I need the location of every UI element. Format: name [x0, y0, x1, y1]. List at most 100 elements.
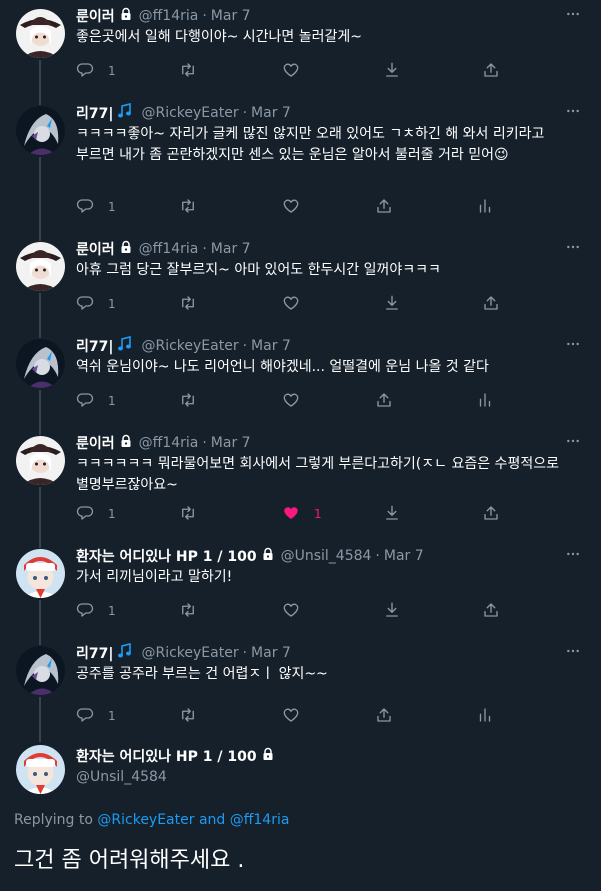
retweet-button[interactable] [179, 293, 197, 315]
download-button[interactable] [383, 293, 401, 315]
tweet[interactable]: 리77| @RickeyEater · Mar 7 역쉬 운님이야~ 나도 리어언니 해… [0, 330, 601, 427]
heart-icon [282, 391, 300, 412]
analytics-icon [476, 197, 494, 218]
more-icon[interactable] [563, 101, 583, 121]
retweet-button[interactable] [179, 196, 197, 218]
like-button[interactable]: 1 [282, 503, 322, 525]
more-icon[interactable] [563, 641, 583, 661]
like-button[interactable] [282, 196, 300, 218]
display-name[interactable]: 리77| [76, 336, 113, 356]
avatar[interactable] [16, 745, 65, 794]
handle[interactable]: @ff14ria [139, 241, 199, 257]
heart-icon [282, 294, 300, 315]
download-button[interactable] [383, 60, 401, 82]
more-icon[interactable] [563, 431, 583, 451]
avatar[interactable] [16, 9, 65, 58]
share-button[interactable] [482, 503, 500, 525]
handle[interactable]: @Unsil_4584 [76, 769, 167, 785]
display-name[interactable]: 리77| [76, 103, 113, 123]
handle[interactable]: @RickeyEater [141, 338, 238, 354]
timestamp[interactable]: Mar 7 [211, 8, 251, 24]
handle[interactable]: @RickeyEater [141, 105, 238, 121]
avatar[interactable] [16, 436, 65, 485]
reply-button[interactable]: 1 [76, 503, 116, 525]
more-icon[interactable] [563, 237, 583, 257]
avatar[interactable] [16, 646, 65, 695]
display-name[interactable]: 리77| [76, 643, 113, 663]
share-button[interactable] [482, 293, 500, 315]
thread-line [39, 487, 41, 540]
like-button[interactable] [282, 600, 300, 622]
lock-icon [119, 434, 133, 452]
timestamp[interactable]: Mar 7 [384, 548, 424, 564]
more-icon[interactable] [563, 4, 583, 24]
tweet[interactable]: 룬이러 @ff14ria · Mar 7 아휴 그럼 당근 잘부르지~ 아마 있어도 한… [0, 233, 601, 330]
retweet-button[interactable] [179, 705, 197, 727]
like-button[interactable] [282, 293, 300, 315]
tweet[interactable]: 리77| @RickeyEater · Mar 7 ㅋㅋㅋㅋ좋아~ 자리가 글케 많진 … [0, 97, 601, 233]
handle[interactable]: @RickeyEater [141, 645, 238, 661]
heart-icon [282, 601, 300, 622]
retweet-button[interactable] [179, 503, 197, 525]
reply-button[interactable]: 1 [76, 60, 116, 82]
share-button[interactable] [482, 60, 500, 82]
more-icon[interactable] [563, 544, 583, 564]
more-icon[interactable] [563, 334, 583, 354]
avatar[interactable] [16, 339, 65, 388]
analytics-button[interactable] [476, 705, 494, 727]
like-button[interactable] [282, 390, 300, 412]
action-bar: 1 [76, 293, 556, 315]
handle[interactable]: @ff14ria [139, 435, 199, 451]
heart-icon [282, 706, 300, 727]
reply-button[interactable]: 1 [76, 196, 116, 218]
reply-button[interactable]: 1 [76, 705, 116, 727]
share-button[interactable] [482, 600, 500, 622]
display-name[interactable]: 룬이러 [76, 239, 115, 259]
like-button[interactable] [282, 705, 300, 727]
retweet-button[interactable] [179, 60, 197, 82]
replying-user-link[interactable]: @ff14ria [230, 812, 290, 828]
download-button[interactable] [383, 600, 401, 622]
retweet-icon [179, 294, 197, 315]
analytics-button[interactable] [476, 390, 494, 412]
avatar[interactable] [16, 549, 65, 598]
share-icon [375, 706, 393, 727]
retweet-button[interactable] [179, 390, 197, 412]
display-name[interactable]: 환자는 어디있나 HP 1 / 100 [76, 746, 257, 766]
music-note-icon [117, 102, 135, 123]
thread-line [39, 637, 41, 645]
display-name[interactable]: 환자는 어디있나 HP 1 / 100 [76, 546, 257, 566]
reply-button[interactable]: 1 [76, 390, 116, 412]
avatar[interactable] [16, 106, 65, 155]
timestamp[interactable]: Mar 7 [251, 338, 291, 354]
replying-and: and [198, 812, 226, 828]
handle[interactable]: @Unsil_4584 [281, 548, 372, 564]
replying-user-link[interactable]: @RickeyEater [97, 812, 194, 828]
handle[interactable]: @ff14ria [139, 8, 199, 24]
timestamp[interactable]: Mar 7 [251, 645, 291, 661]
avatar[interactable] [16, 242, 65, 291]
display-name[interactable]: 룬이러 [76, 433, 115, 453]
share-button[interactable] [375, 705, 393, 727]
timestamp[interactable]: Mar 7 [251, 105, 291, 121]
separator: · [202, 435, 207, 451]
download-button[interactable] [383, 503, 401, 525]
timestamp[interactable]: Mar 7 [211, 435, 251, 451]
retweet-button[interactable] [179, 600, 197, 622]
analytics-button[interactable] [476, 196, 494, 218]
share-button[interactable] [375, 390, 393, 412]
share-button[interactable] [375, 196, 393, 218]
tweet[interactable]: 리77| @RickeyEater · Mar 7 공주를 공주라 부르는 건 어렵ㅈㅣ… [0, 637, 601, 742]
separator: · [202, 241, 207, 257]
timestamp[interactable]: Mar 7 [211, 241, 251, 257]
music-note-icon [117, 642, 135, 663]
thread-line [39, 427, 41, 435]
tweet[interactable]: 룬이러 @ff14ria · Mar 7 ㅋㅋㅋㅋㅋㅋ 뭐라물어보면 회사에서 그렇게 … [0, 427, 601, 540]
tweet[interactable]: 룬이러 @ff14ria · Mar 7 좋은곳에서 일해 다행이야~ 시간나면 놀러갈… [0, 0, 601, 97]
reply-button[interactable]: 1 [76, 293, 116, 315]
display-name[interactable]: 룬이러 [76, 6, 115, 26]
reply-button[interactable]: 1 [76, 600, 116, 622]
like-button[interactable] [282, 60, 300, 82]
tweet[interactable]: 환자는 어디있나 HP 1 / 100 @Unsil_4584 · Mar 7 가서 리… [0, 540, 601, 637]
share-icon [482, 61, 500, 82]
